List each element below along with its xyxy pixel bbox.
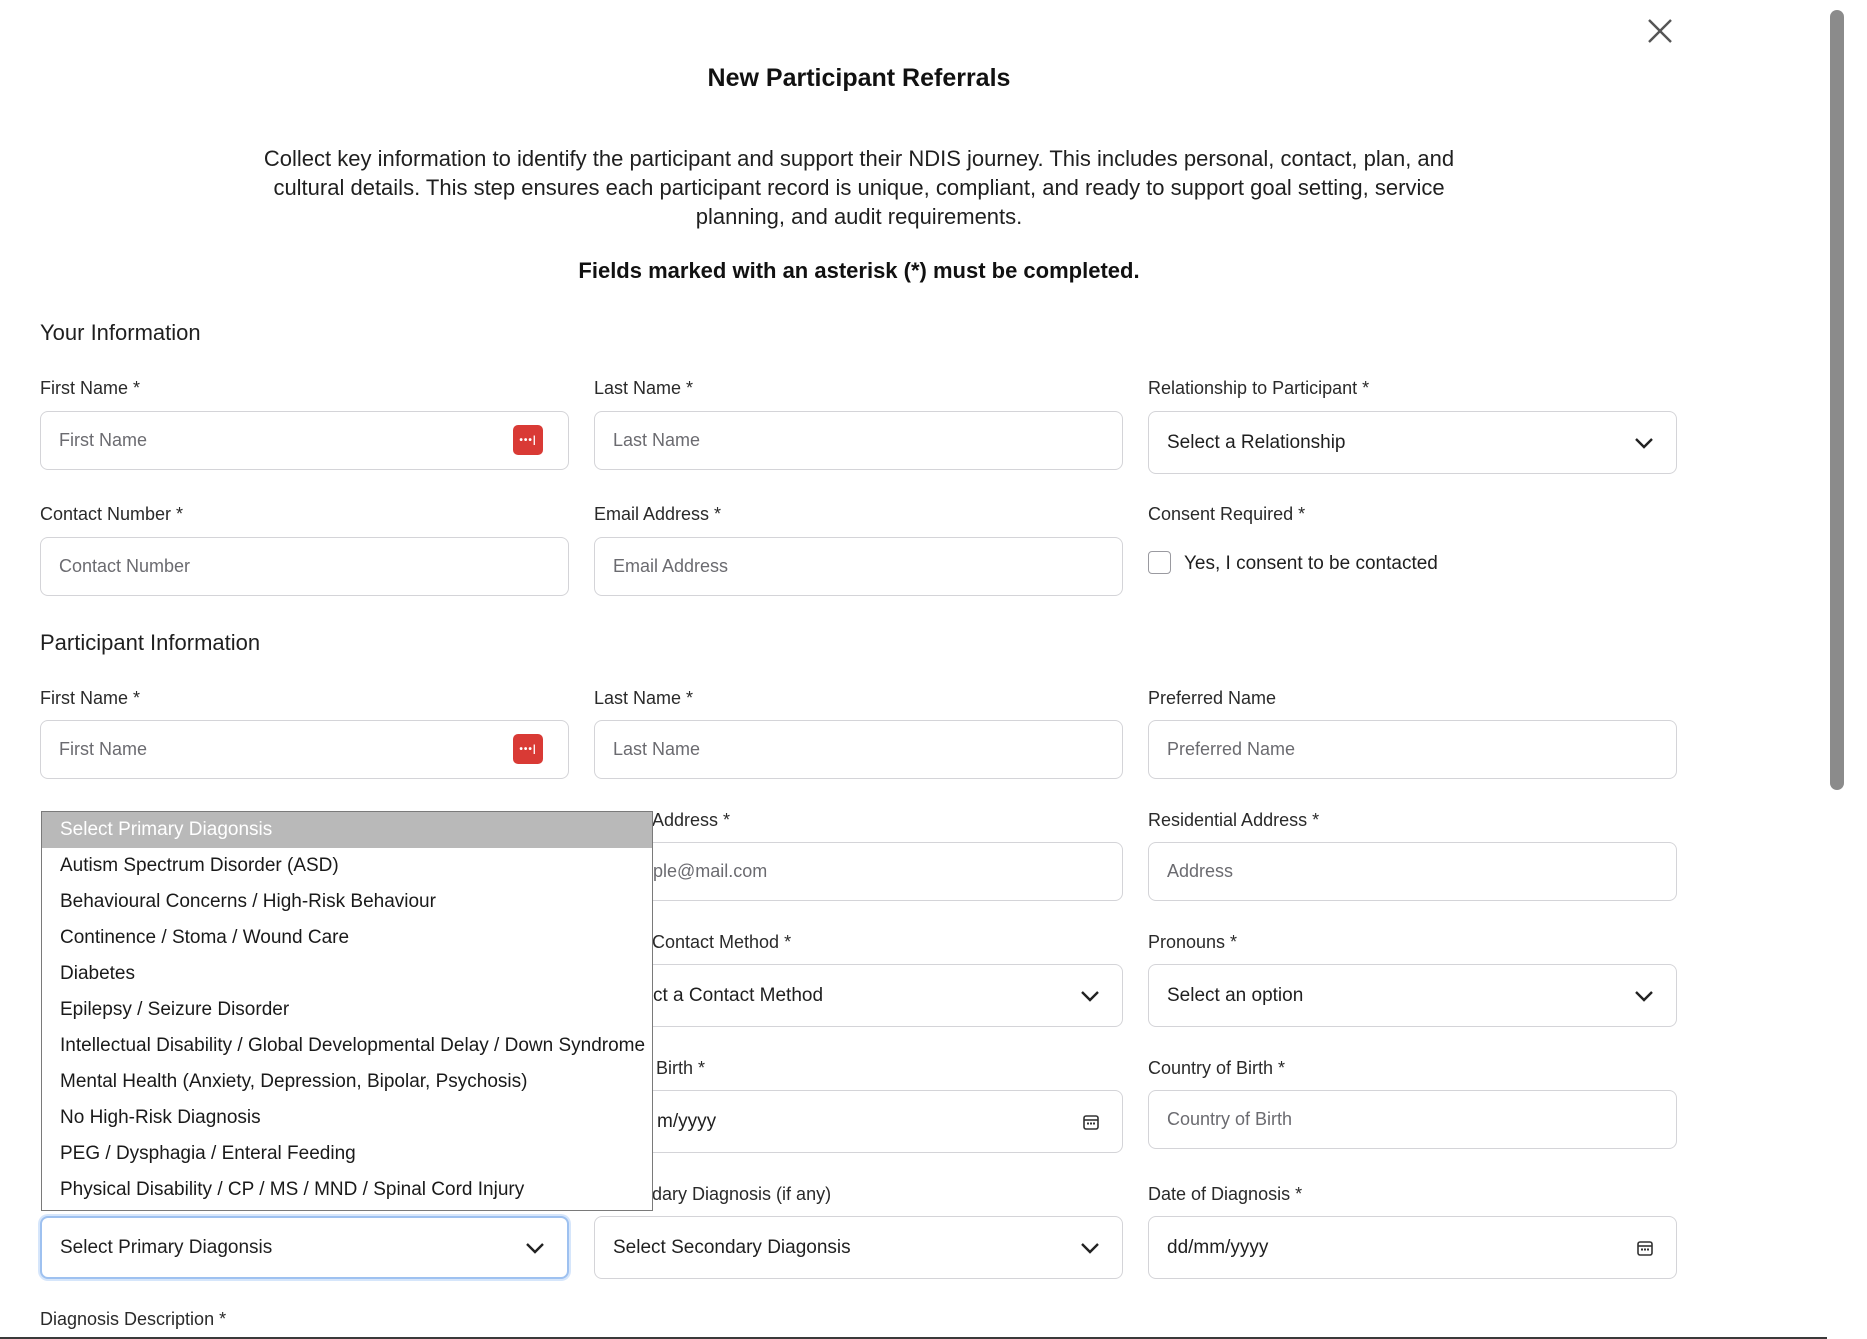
primary-diagnosis-select-value: Select Primary Diagonsis: [60, 1236, 273, 1258]
chevron-down-icon: [1635, 437, 1653, 449]
date-of-diagnosis-input[interactable]: dd/mm/yyyy: [1148, 1216, 1677, 1279]
dropdown-option[interactable]: Autism Spectrum Disorder (ASD): [42, 848, 652, 884]
required-fields-note: Fields marked with an asterisk (*) must …: [578, 258, 1140, 283]
diagnosis-description-label: Diagnosis Description *: [40, 1309, 227, 1329]
your-first-name-input[interactable]: [40, 411, 569, 470]
your-last-name-label: Last Name *: [594, 378, 694, 398]
contact-method-select-value: ct a Contact Method: [653, 984, 824, 1006]
your-email-input[interactable]: [594, 537, 1123, 596]
password-manager-icon[interactable]: •••|: [513, 425, 543, 455]
calendar-icon[interactable]: [1082, 1113, 1100, 1131]
modal-intro: Collect key information to identify the …: [263, 146, 1455, 229]
your-first-name-label: First Name *: [40, 378, 141, 398]
chevron-down-icon: [1635, 990, 1653, 1002]
primary-diagnosis-select[interactable]: Select Primary Diagonsis: [40, 1216, 569, 1279]
modal-title: New Participant Referrals: [707, 64, 1011, 92]
dropdown-option[interactable]: Diabetes: [42, 956, 652, 992]
date-of-birth-label: Birth *: [656, 1058, 706, 1078]
dropdown-option[interactable]: No High-Risk Diagnosis: [42, 1100, 652, 1136]
secondary-diagnosis-label: dary Diagnosis (if any): [652, 1184, 832, 1204]
dropdown-option[interactable]: Physical Disability / CP / MS / MND / Sp…: [42, 1172, 652, 1208]
secondary-diagnosis-select-value: Select Secondary Diagonsis: [613, 1236, 851, 1258]
contact-method-label: Contact Method *: [652, 932, 792, 952]
section-title-your-information: Your Information: [40, 320, 201, 345]
section-title-participant-information: Participant Information: [40, 630, 261, 655]
contact-method-select[interactable]: ct a Contact Method: [594, 964, 1123, 1027]
preferred-name-label: Preferred Name: [1148, 688, 1277, 708]
dropdown-option[interactable]: PEG / Dysphagia / Enteral Feeding: [42, 1136, 652, 1172]
chevron-down-icon: [1081, 990, 1099, 1002]
participant-email-input[interactable]: [594, 842, 1123, 901]
secondary-diagnosis-select[interactable]: Select Secondary Diagonsis: [594, 1216, 1123, 1279]
dropdown-option[interactable]: Mental Health (Anxiety, Depression, Bipo…: [42, 1064, 652, 1100]
chevron-down-icon: [526, 1242, 544, 1254]
consent-checkbox[interactable]: [1148, 551, 1171, 574]
chevron-down-icon: [1081, 1242, 1099, 1254]
dropdown-option[interactable]: Behavioural Concerns / High-Risk Behavio…: [42, 884, 652, 920]
dropdown-option[interactable]: Epilepsy / Seizure Disorder: [42, 992, 652, 1028]
dropdown-option[interactable]: Select Primary Diagonsis: [42, 812, 652, 848]
date-of-diagnosis-label: Date of Diagnosis *: [1148, 1184, 1303, 1204]
date-of-birth-value: m/yyyy: [657, 1110, 717, 1132]
contact-number-input[interactable]: [40, 537, 569, 596]
scrollbar-thumb[interactable]: [1830, 10, 1844, 790]
pronouns-select[interactable]: Select an option: [1148, 964, 1677, 1027]
your-last-name-input[interactable]: [594, 411, 1123, 470]
residential-address-input[interactable]: [1148, 842, 1677, 901]
dropdown-option[interactable]: Continence / Stoma / Wound Care: [42, 920, 652, 956]
primary-diagnosis-dropdown-list[interactable]: Select Primary Diagonsis Autism Spectrum…: [41, 811, 653, 1211]
participant-first-name-label: First Name *: [40, 688, 141, 708]
relationship-label: Relationship to Participant *: [1148, 378, 1370, 398]
relationship-select-value: Select a Relationship: [1167, 431, 1346, 453]
close-icon: [1648, 19, 1672, 43]
participant-email-label: Address *: [652, 810, 731, 830]
consent-label: Consent Required *: [1148, 504, 1306, 524]
residential-address-label: Residential Address *: [1148, 810, 1320, 830]
participant-last-name-input[interactable]: [594, 720, 1123, 779]
date-of-diagnosis-value: dd/mm/yyyy: [1167, 1236, 1269, 1258]
preferred-name-input[interactable]: [1148, 720, 1677, 779]
date-of-birth-input[interactable]: m/yyyy: [594, 1090, 1123, 1153]
dropdown-option[interactable]: Intellectual Disability / Global Develop…: [42, 1028, 652, 1064]
pronouns-select-value: Select an option: [1167, 984, 1304, 1006]
contact-number-label: Contact Number *: [40, 504, 184, 524]
participant-last-name-label: Last Name *: [594, 688, 694, 708]
country-of-birth-input[interactable]: [1148, 1090, 1677, 1149]
consent-checkbox-label[interactable]: Yes, I consent to be contacted: [1184, 553, 1438, 575]
relationship-select[interactable]: Select a Relationship: [1148, 411, 1677, 474]
pronouns-label: Pronouns *: [1148, 932, 1238, 952]
your-email-label: Email Address *: [594, 504, 722, 524]
country-of-birth-label: Country of Birth *: [1148, 1058, 1286, 1078]
calendar-icon[interactable]: [1636, 1239, 1654, 1257]
close-button[interactable]: [1641, 12, 1679, 50]
participant-first-name-input[interactable]: [40, 720, 569, 779]
password-manager-icon[interactable]: •••|: [513, 734, 543, 764]
